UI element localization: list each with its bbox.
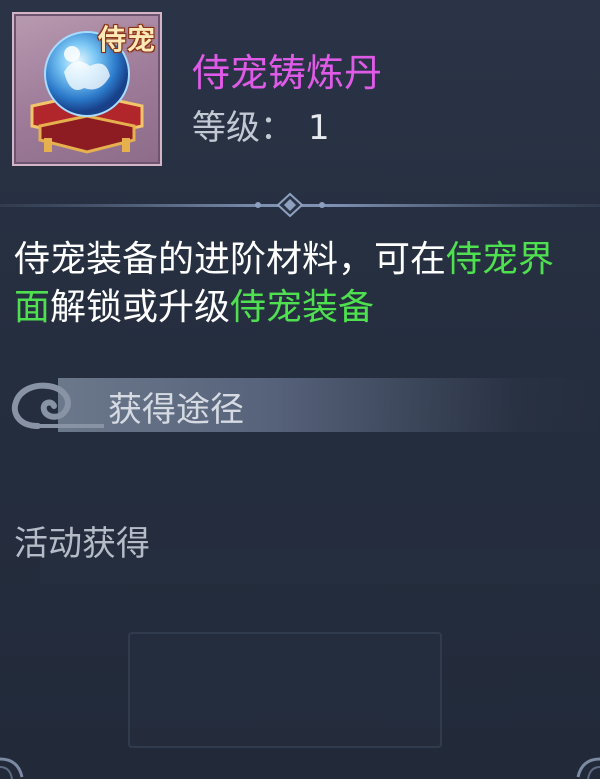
- item-name: 侍宠铸炼丹: [192, 51, 383, 95]
- description-text: 侍宠装备的进阶材料，可在: [14, 239, 447, 280]
- item-badge-label: 侍宠: [97, 23, 156, 56]
- level-value: 1: [308, 108, 330, 148]
- source-item-activity: 活动获得: [14, 524, 150, 564]
- obtain-source-header: 获得途径: [8, 372, 600, 434]
- item-level: 等级： 1: [192, 100, 330, 149]
- section-divider: [0, 192, 600, 218]
- cloud-swirl-icon: [11, 382, 104, 429]
- level-label: 等级：: [192, 108, 294, 148]
- corner-ornament-left: [0, 757, 24, 779]
- corner-ornament-right: [576, 757, 600, 779]
- item-description: 侍宠装备的进阶材料，可在侍宠界面解锁或升级侍宠装备: [14, 236, 589, 332]
- item-icon: 侍宠: [12, 12, 162, 166]
- description-text-2: 解锁或升级: [50, 287, 231, 328]
- pet-equipment-link[interactable]: 侍宠装备: [230, 287, 374, 328]
- item-tooltip-panel: 侍宠 侍宠铸炼丹 等级： 1 侍宠装备的进阶材料，可在侍宠界面解锁或升级侍宠装备 …: [0, 0, 600, 779]
- obtain-source-title: 获得途径: [108, 390, 244, 430]
- background-ghost-button: [128, 632, 442, 748]
